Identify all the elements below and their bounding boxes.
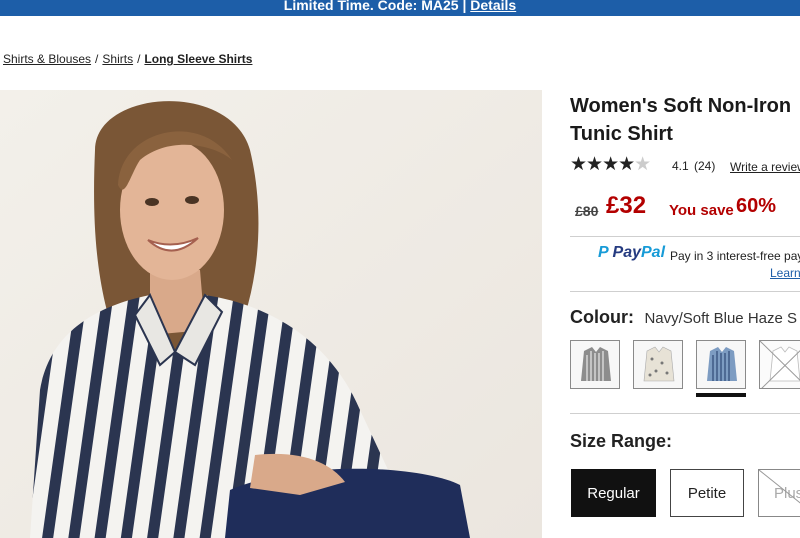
colour-selector-header: Colour: Navy/Soft Blue Haze S <box>570 307 797 328</box>
savings-percent: 60% <box>736 195 777 217</box>
rating-value: 4.1 <box>672 159 689 173</box>
price-row: £80 £32 You save 60% <box>575 190 800 222</box>
colour-swatch-navy-soft-blue-haze[interactable] <box>696 340 746 389</box>
colour-swatch-cream-print[interactable] <box>633 340 683 389</box>
rating-row: ★★★★★ 4.1 (24) Write a review <box>570 155 800 175</box>
paypal-logo-pal: Pal <box>641 244 666 261</box>
colour-value: Navy/Soft Blue Haze S <box>644 310 798 327</box>
colour-swatch-grey-stripe[interactable] <box>570 340 620 389</box>
size-range-label: Size Range: <box>570 431 673 451</box>
product-image[interactable] <box>0 90 542 538</box>
breadcrumb-shirts[interactable]: Shirts <box>102 52 133 66</box>
star-rating-icon[interactable]: ★★★★★ <box>570 155 651 175</box>
paypal-installments: P PayPal Pay in 3 interest-free pay Lear… <box>598 244 800 284</box>
paypal-logo: P PayPal <box>598 244 666 261</box>
paypal-text: Pay in 3 interest-free pay <box>670 249 800 263</box>
breadcrumb-shirts-blouses[interactable]: Shirts & Blouses <box>3 52 91 66</box>
size-range-regular-button[interactable]: Regular <box>571 469 656 517</box>
size-range-petite-button[interactable]: Petite <box>670 469 744 517</box>
selected-swatch-indicator <box>696 393 746 397</box>
breadcrumb-separator: / <box>95 52 99 66</box>
model-photo <box>0 90 542 538</box>
rating-count[interactable]: (24) <box>694 159 715 173</box>
promo-banner: Limited Time. Code: MA25 | Details <box>0 0 800 16</box>
promo-details-link[interactable]: Details <box>470 0 516 13</box>
divider <box>570 236 800 237</box>
product-title-line2: Tunic Shirt <box>570 123 673 145</box>
paypal-logo-pay: Pay <box>612 244 641 261</box>
divider <box>570 291 800 292</box>
product-title-line1: Women's Soft Non-Iron <box>570 95 792 117</box>
breadcrumb-current[interactable]: Long Sleeve Shirts <box>144 52 252 66</box>
size-range-plus-button[interactable]: Plus <box>758 469 800 517</box>
sale-price: £32 <box>606 192 647 219</box>
promo-text: Limited Time. Code: MA25 | <box>283 0 467 13</box>
paypal-learn-more-link[interactable]: Learn <box>770 266 800 280</box>
write-review-link[interactable]: Write a review <box>730 160 800 174</box>
colour-swatch-white-unavailable[interactable] <box>759 340 800 389</box>
product-title: Women's Soft Non-Iron Tunic Shirt <box>570 92 800 148</box>
savings-label: You save <box>669 202 734 219</box>
breadcrumb: Shirts & Blouses / Shirts / Long Sleeve Shir… <box>3 52 252 66</box>
unavailable-cross-icon <box>759 470 800 504</box>
colour-label: Colour: <box>570 307 634 327</box>
breadcrumb-separator: / <box>137 52 141 66</box>
original-price: £80 <box>575 203 599 219</box>
divider <box>570 413 800 414</box>
